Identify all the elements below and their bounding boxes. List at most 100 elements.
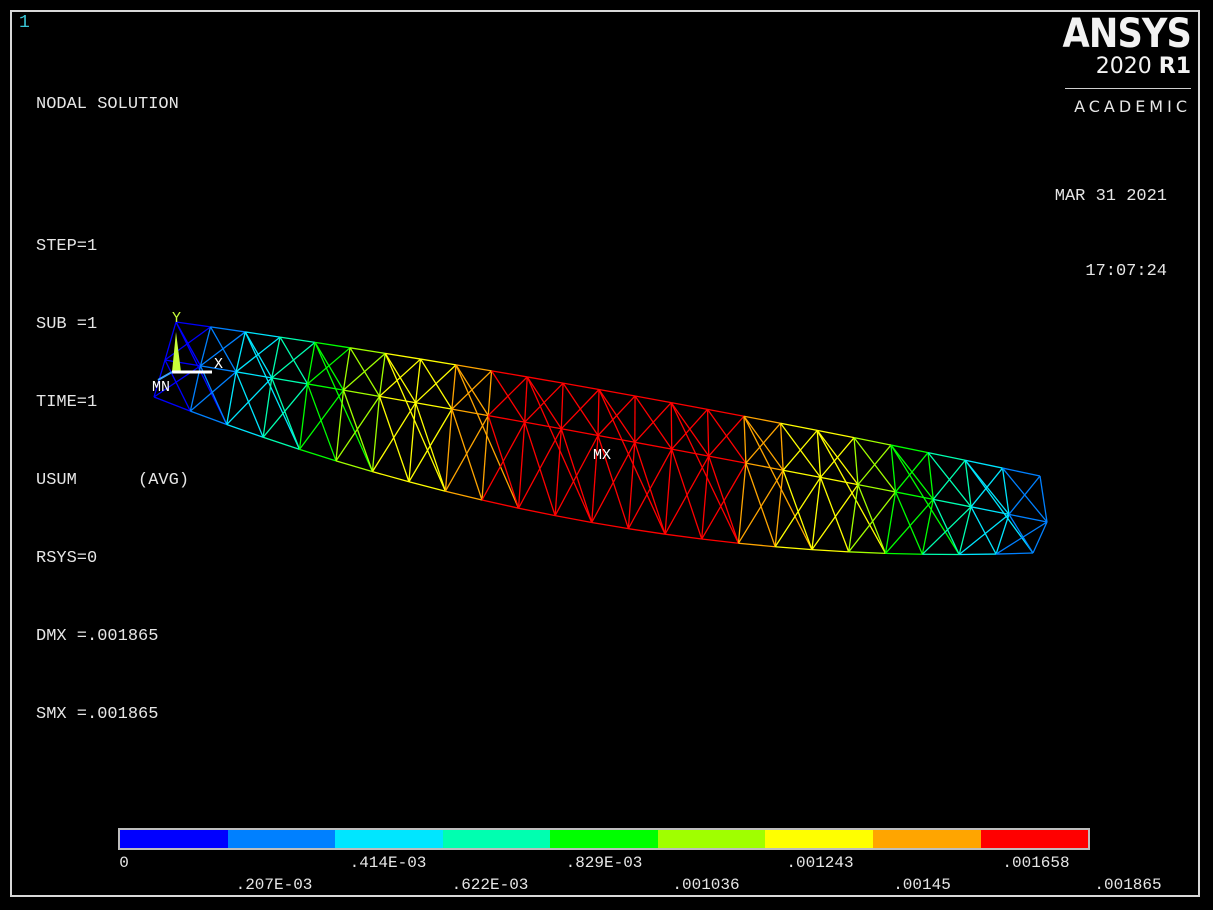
legend-color-bar <box>118 828 1090 850</box>
mesh-edge <box>415 402 453 410</box>
mesh-edge <box>299 448 337 462</box>
mesh-edge <box>743 415 781 424</box>
mesh-edge <box>664 533 702 540</box>
mesh-edge <box>444 409 453 492</box>
mesh-edge <box>708 415 745 457</box>
mesh-edge <box>385 352 421 360</box>
mesh-edge <box>343 352 386 391</box>
mesh-edge <box>371 396 381 472</box>
mesh-edge <box>820 437 855 478</box>
mesh-edge <box>517 422 526 509</box>
mesh-edge <box>349 347 386 355</box>
coordinate-triad-icon: Y X <box>157 310 223 381</box>
mesh-edge <box>420 358 457 366</box>
mesh-edge <box>378 396 410 482</box>
mesh-edge <box>314 342 374 472</box>
mesh-edge <box>745 462 784 471</box>
mesh-edge <box>306 383 337 462</box>
mesh-edge <box>487 376 528 417</box>
mesh-edge <box>671 448 709 457</box>
mesh-edge <box>927 452 934 500</box>
graphics-viewport[interactable]: 1 NODAL SOLUTION STEP=1 SUB =1 TIME=1 US… <box>0 0 1213 910</box>
mesh-edge <box>782 469 813 550</box>
mesh-edge <box>554 435 599 516</box>
mesh-edge <box>245 331 281 338</box>
mesh-edge <box>775 546 812 551</box>
legend-label: .001865 <box>1094 876 1162 894</box>
legend-band <box>765 830 873 848</box>
mesh-edge <box>335 396 381 462</box>
mesh-edge <box>342 347 351 391</box>
mesh-edge <box>597 389 600 436</box>
mesh-edge <box>562 382 600 391</box>
mesh-edge <box>964 459 1034 554</box>
mesh-edge <box>743 415 813 550</box>
mesh-edge <box>745 462 776 547</box>
mesh-edge <box>378 353 386 397</box>
mesh-edge <box>597 395 636 436</box>
mesh-edge <box>555 515 592 524</box>
mesh-edge <box>634 402 672 443</box>
legend-band <box>980 830 1089 848</box>
mesh-edge <box>307 383 344 391</box>
mesh-edge <box>444 415 489 492</box>
mesh-edge <box>488 414 525 423</box>
mesh-edge <box>958 506 972 555</box>
legend-band <box>442 830 551 848</box>
mesh-edge <box>664 449 673 535</box>
mesh-edge <box>524 382 564 423</box>
mesh-edge <box>598 388 636 397</box>
mesh-edge <box>279 336 316 344</box>
mesh-edge <box>848 551 886 555</box>
mesh-edge <box>894 491 923 555</box>
mesh-edge <box>372 470 410 483</box>
legend-label: .207E-03 <box>235 876 313 894</box>
mesh-edge <box>783 469 821 479</box>
mesh-edge <box>451 408 483 501</box>
min-marker: MN <box>152 379 170 396</box>
mesh-edge <box>782 429 818 471</box>
mesh-edge <box>779 423 784 471</box>
mesh-edge <box>451 408 489 417</box>
mesh-edge <box>707 408 745 417</box>
mesh-edge <box>335 460 373 473</box>
mesh-edge <box>560 383 564 429</box>
triad-y-label: Y <box>172 310 181 327</box>
mesh-edge <box>560 389 600 430</box>
mesh-edge <box>307 347 351 385</box>
mesh-edge <box>527 376 564 384</box>
mesh-edge <box>996 552 1034 555</box>
mesh-edge <box>271 377 301 450</box>
legend-label: .00145 <box>893 876 951 894</box>
mesh-edge <box>817 429 855 439</box>
mesh-edge <box>481 421 526 501</box>
mesh-edge <box>518 507 556 517</box>
legend-label: .414E-03 <box>349 854 427 872</box>
mesh-edge <box>335 390 345 461</box>
mesh-edge <box>634 395 672 404</box>
mesh-wireframe <box>153 321 1048 556</box>
mesh-edge <box>244 331 301 450</box>
legend-band <box>120 830 228 848</box>
mesh-edge <box>857 483 896 493</box>
mesh-edge <box>634 441 672 450</box>
mesh-edge <box>524 421 562 430</box>
mesh-edge <box>491 370 528 378</box>
max-marker: MX <box>593 447 611 464</box>
mesh-edge <box>445 490 483 501</box>
mesh-edge <box>921 506 972 555</box>
mesh-edge <box>671 448 703 540</box>
mesh-edge <box>819 477 850 553</box>
mesh-edge <box>670 402 740 544</box>
legend-band <box>657 830 766 848</box>
mesh-edge <box>342 389 374 472</box>
mesh-edge <box>811 548 849 553</box>
legend-label: .001243 <box>786 854 854 872</box>
legend-label: 0 <box>119 854 129 872</box>
legend-label: .622E-03 <box>451 876 529 894</box>
legend-band <box>872 830 981 848</box>
mesh-edge <box>455 364 492 372</box>
triad-x-label: X <box>214 356 223 373</box>
mesh-edge <box>415 364 457 404</box>
legend-label: .001036 <box>672 876 740 894</box>
